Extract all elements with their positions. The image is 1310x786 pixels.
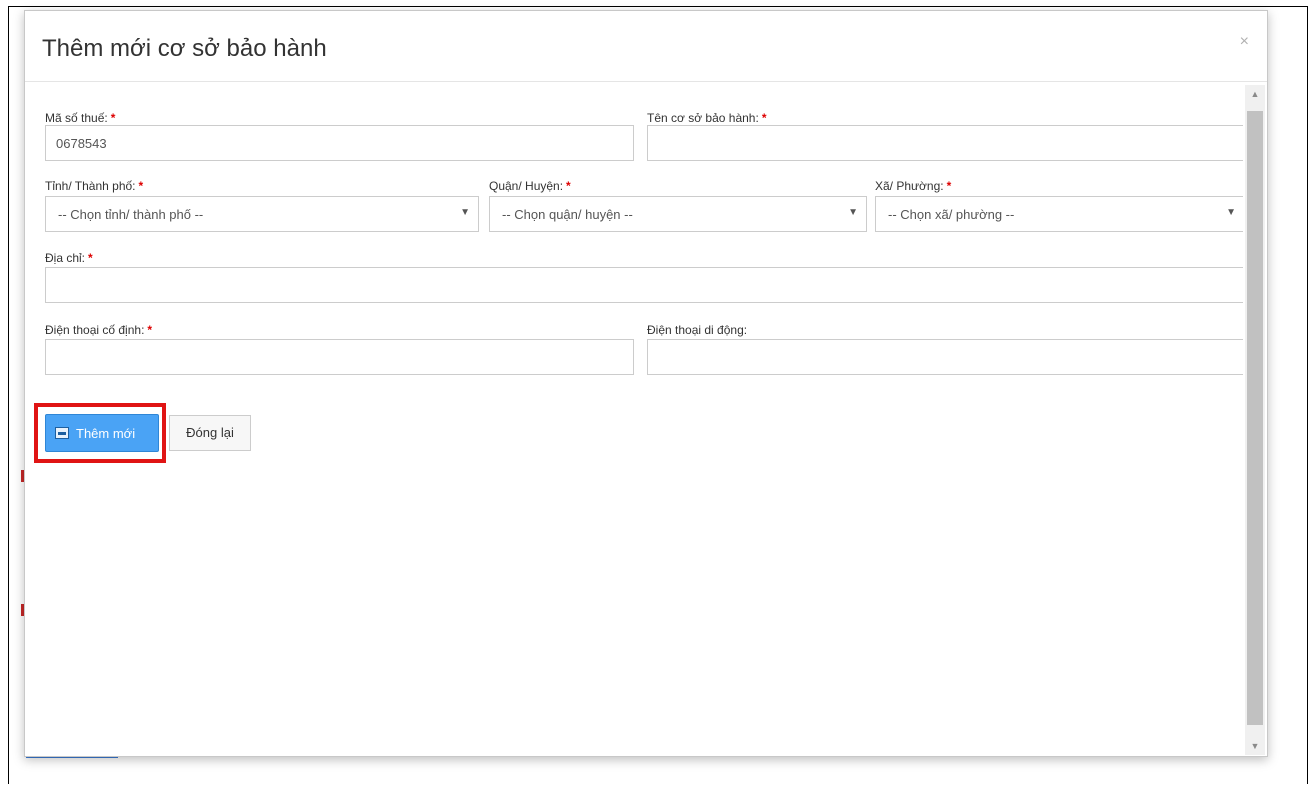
- vertical-scrollbar[interactable]: ▲ ▼: [1245, 85, 1265, 755]
- mobile-label: Điện thoại di động:: [647, 323, 748, 337]
- save-icon: [55, 427, 69, 439]
- dropdown-arrow-icon: ▼: [848, 207, 858, 218]
- scrollbar-thumb[interactable]: [1247, 111, 1263, 725]
- dropdown-arrow-icon: ▼: [460, 207, 470, 218]
- scroll-down-icon[interactable]: ▼: [1245, 737, 1265, 755]
- district-select[interactable]: -- Chọn quận/ huyện -- ▼: [489, 196, 867, 232]
- close-icon[interactable]: ×: [1240, 33, 1249, 51]
- mobile-phone-input[interactable]: [647, 339, 1243, 375]
- ward-select[interactable]: -- Chọn xã/ phường -- ▼: [875, 196, 1243, 232]
- tax-code-input[interactable]: [45, 125, 634, 161]
- add-new-button[interactable]: Thêm mới: [45, 414, 159, 452]
- add-warranty-center-dialog: Thêm mới cơ sở bảo hành × Mã số thuế:* T…: [24, 10, 1268, 757]
- tax-code-label: Mã số thuế: *: [45, 111, 116, 125]
- add-new-button-label: Thêm mới: [76, 426, 136, 441]
- scroll-up-icon[interactable]: ▲: [1245, 85, 1265, 103]
- ward-label: Xã/ Phường: *: [875, 179, 952, 193]
- province-label: Tỉnh/ Thành phố: *: [45, 179, 144, 193]
- modal-title: Thêm mới cơ sở bảo hành: [42, 35, 327, 62]
- center-name-label: Tên cơ sở bảo hành: *: [647, 111, 767, 125]
- modal-body: Mã số thuế:* Tên cơ sở bảo hành:* Tỉnh/ …: [25, 82, 1243, 756]
- address-input[interactable]: [45, 267, 1243, 303]
- ward-select-value: -- Chọn xã/ phường --: [888, 207, 1015, 222]
- province-select[interactable]: -- Chọn tỉnh/ thành phố -- ▼: [45, 196, 479, 232]
- dropdown-arrow-icon: ▼: [1226, 207, 1236, 218]
- district-label: Quận/ Huyện: *: [489, 179, 571, 193]
- province-select-value: -- Chọn tỉnh/ thành phố --: [58, 207, 204, 222]
- landline-label: Điện thoại cố định: *: [45, 323, 153, 337]
- landline-phone-input[interactable]: [45, 339, 634, 375]
- district-select-value: -- Chọn quận/ huyện --: [502, 207, 633, 222]
- center-name-input[interactable]: [647, 125, 1243, 161]
- address-label: Địa chỉ: *: [45, 251, 93, 265]
- close-button[interactable]: Đóng lại: [169, 415, 251, 451]
- modal-header: Thêm mới cơ sở bảo hành ×: [25, 11, 1267, 82]
